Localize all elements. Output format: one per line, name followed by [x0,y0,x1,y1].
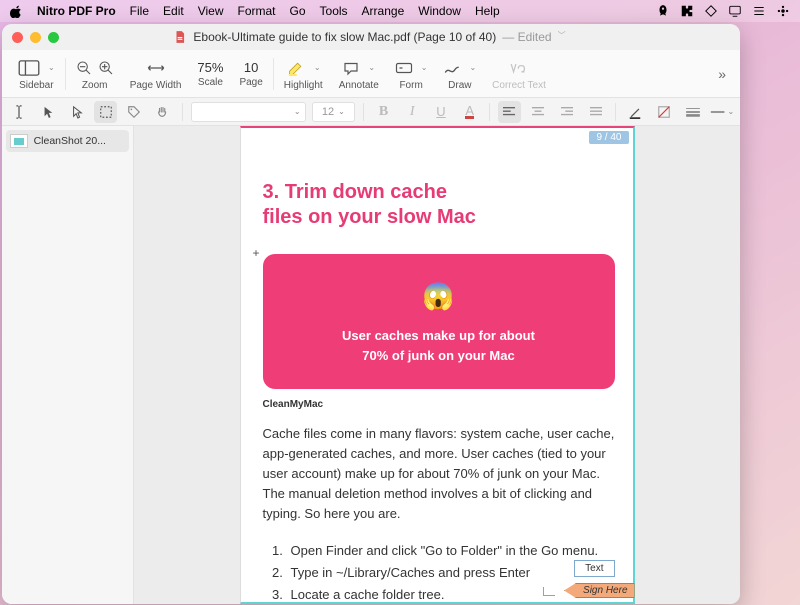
thumbnail-item[interactable]: CleanShot 20... [6,130,129,152]
text-cursor-tool[interactable] [8,101,31,123]
app-window: Ebook-Ultimate guide to fix slow Mac.pdf… [2,24,740,604]
zoom-window-button[interactable] [48,32,59,43]
traffic-lights [12,32,59,43]
text-annotation[interactable]: Text [574,560,614,577]
window-titlebar: Ebook-Ultimate guide to fix slow Mac.pdf… [2,24,740,50]
rocket-icon[interactable] [656,4,670,18]
document-icon [173,30,187,44]
menu-app-name[interactable]: Nitro PDF Pro [37,4,116,18]
page-width-control[interactable]: Page Width [122,57,190,91]
doc-body: Cache files come in many flavors: system… [263,424,615,525]
menu-edit[interactable]: Edit [163,4,184,18]
doc-callout: 😱 User caches make up for about 70% of j… [263,254,615,389]
thumbnail-label: CleanShot 20... [34,135,125,147]
align-left-button[interactable] [498,101,521,123]
menu-tools[interactable]: Tools [320,4,348,18]
bold-button[interactable]: B [372,101,395,123]
line-weight-button[interactable] [681,101,704,123]
fill-color-button[interactable] [653,101,676,123]
menu-right-icons [656,4,790,18]
arrow-tool[interactable] [37,101,60,123]
align-right-button[interactable] [556,101,579,123]
menu-arrange[interactable]: Arrange [362,4,405,18]
zoom-in-icon [98,60,114,76]
form-button[interactable]: ⌄ Form [387,57,436,91]
menu-help[interactable]: Help [475,4,500,18]
flower-icon[interactable] [776,4,790,18]
sidebar-toggle[interactable]: ⌄ Sidebar [10,57,63,91]
menu-file[interactable]: File [130,4,149,18]
select-tool[interactable] [94,101,117,123]
menu-view[interactable]: View [198,4,224,18]
pointer-tool[interactable] [65,101,88,123]
zoom-out-icon [76,60,92,76]
doc-step: Locate a cache folder tree. [287,584,615,604]
mac-menu-bar: Nitro PDF Pro File Edit View Format Go T… [0,0,800,22]
doc-heading: 3. Trim down cache files on your slow Ma… [263,180,483,230]
monitor-icon[interactable] [728,4,742,18]
align-justify-button[interactable] [584,101,607,123]
menu-go[interactable]: Go [290,4,306,18]
tag-tool[interactable] [123,101,146,123]
doc-step: Type in ~/Library/Caches and press Enter [287,562,615,584]
text-box-handle-icon[interactable] [543,587,555,596]
stroke-color-button[interactable] [624,101,647,123]
align-center-button[interactable] [527,101,550,123]
annotation-handle-icon[interactable]: + [253,246,260,260]
puzzle-icon[interactable] [680,4,694,18]
scale-value[interactable]: 75% Scale [189,60,231,88]
line-style-button[interactable]: ⌄ [710,101,734,123]
highlight-button[interactable]: ⌄ Highlight [276,57,331,91]
toolbar-overflow-icon[interactable]: » [718,66,732,82]
page-number[interactable]: 10 Page [231,60,270,88]
zoom-controls[interactable]: Zoom [68,57,122,91]
toolbar: ⌄ Sidebar Zoom Page Width 75% Scale 10 P… [2,50,740,98]
draw-button[interactable]: ⌄ Draw [435,57,484,91]
menu-format[interactable]: Format [238,4,276,18]
pdf-page: 9 / 40 3. Trim down cache files on your … [240,126,635,604]
annotate-button[interactable]: ⌄ Annotate [331,57,387,91]
italic-button[interactable]: I [401,101,424,123]
main-area: CleanShot 20... 9 / 40 3. Trim down cach… [2,126,740,604]
correct-text-button: Correct Text [484,57,554,91]
list-icon[interactable] [752,4,766,18]
window-status: — Edited [502,30,551,44]
text-color-button[interactable]: A [458,101,481,123]
menu-window[interactable]: Window [418,4,461,18]
page-viewport[interactable]: 9 / 40 3. Trim down cache files on your … [134,126,740,604]
doc-source: CleanMyMac [263,399,615,410]
thumbnails-sidebar: CleanShot 20... [2,126,134,604]
window-title: Ebook-Ultimate guide to fix slow Mac.pdf… [193,30,496,44]
font-size-input[interactable]: 12⌄ [312,102,356,122]
minimize-window-button[interactable] [30,32,41,43]
callout-line-1: User caches make up for about [287,326,591,346]
font-family-select[interactable]: ⌄ [191,102,305,122]
pan-tool[interactable] [152,101,175,123]
title-chevron-icon[interactable]: ﹀ [558,30,566,44]
thumbnail-icon [10,134,28,148]
underline-button[interactable]: U [430,101,453,123]
doc-steps: Open Finder and click "Go to Folder" in … [263,540,615,604]
page-indicator: 9 / 40 [589,131,628,144]
close-window-button[interactable] [12,32,23,43]
doc-step: Open Finder and click "Go to Folder" in … [287,540,615,562]
scream-emoji-icon: 😱 [287,276,591,316]
format-bar: ⌄ 12⌄ B I U A ⌄ [2,98,740,126]
callout-line-2: 70% of junk on your Mac [287,346,591,366]
diamond-icon[interactable] [704,4,718,18]
apple-icon[interactable] [10,5,23,18]
sign-here-flag[interactable]: Sign Here [564,583,634,598]
